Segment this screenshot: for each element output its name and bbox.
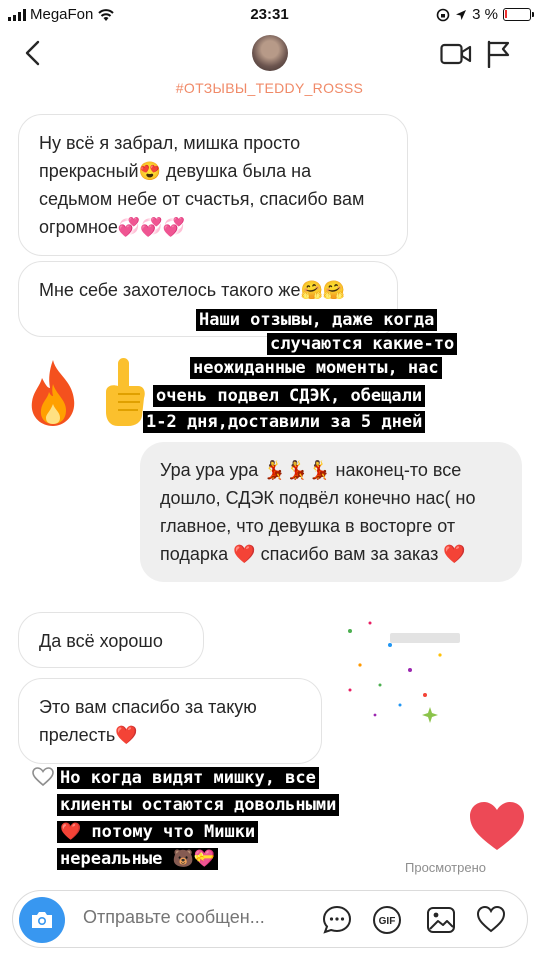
message-input[interactable] — [83, 907, 303, 928]
battery-percent: 3 % — [472, 6, 498, 23]
like-outline-icon[interactable] — [32, 767, 54, 787]
location-arrow-icon — [456, 9, 467, 20]
gallery-icon[interactable] — [425, 904, 457, 936]
back-arrow-icon[interactable] — [20, 38, 50, 68]
story-text-line: случаются какие-то — [267, 333, 458, 355]
message-bubble-incoming[interactable]: Да всё хорошо — [18, 612, 204, 668]
camera-icon — [32, 912, 52, 928]
story-text-line: ❤️ потому что Мишки — [57, 821, 259, 843]
heart-icon[interactable] — [475, 904, 507, 936]
gif-icon[interactable]: GIF — [371, 904, 403, 936]
camera-button[interactable] — [19, 897, 65, 943]
seen-status: Просмотрено — [405, 860, 487, 875]
avatar[interactable] — [252, 35, 288, 71]
fire-emoji[interactable] — [24, 358, 82, 428]
story-text-line: 1-2 дня,доставили за 5 дней — [143, 411, 426, 433]
status-right: 3 % — [436, 6, 534, 23]
story-text-line: Но когда видят мишку, все — [57, 767, 319, 789]
message-bubble-outgoing[interactable]: Ура ура ура 💃💃💃 наконец-то все дошло, СД… — [140, 442, 522, 582]
message-composer: GIF — [12, 890, 528, 948]
message-bubble-incoming[interactable]: Это вам спасибо за такую прелесть❤️ — [18, 678, 322, 764]
heart-reaction-icon[interactable] — [468, 800, 526, 852]
video-call-icon[interactable] — [440, 42, 472, 66]
chat-header: #ОТЗЫВЫ_TEDDY_ROSSS — [0, 30, 539, 108]
story-text-line: нереальные 🐻💝 — [57, 848, 218, 870]
ellipsis-bubble-icon[interactable] — [321, 904, 353, 936]
story-text-line: клиенты остаются довольными — [57, 794, 340, 816]
status-bar: MegaFon 23:31 3 % — [0, 0, 539, 30]
chat-title[interactable]: #ОТЗЫВЫ_TEDDY_ROSSS — [0, 80, 539, 96]
story-text-line: очень подвел СДЭК, обещали — [153, 385, 426, 407]
report-flag-icon[interactable] — [486, 40, 512, 68]
svg-text:GIF: GIF — [379, 916, 396, 927]
message-bubble-incoming[interactable]: Ну всё я забрал, мишка просто прекрасный… — [18, 114, 408, 256]
story-text-line: неожиданные моменты, нас — [190, 357, 442, 379]
battery-icon — [503, 8, 534, 21]
sparkles-decoration — [348, 621, 460, 723]
story-text-line: Наши отзывы, даже когда — [196, 309, 438, 331]
lock-rotation-icon — [436, 8, 450, 21]
